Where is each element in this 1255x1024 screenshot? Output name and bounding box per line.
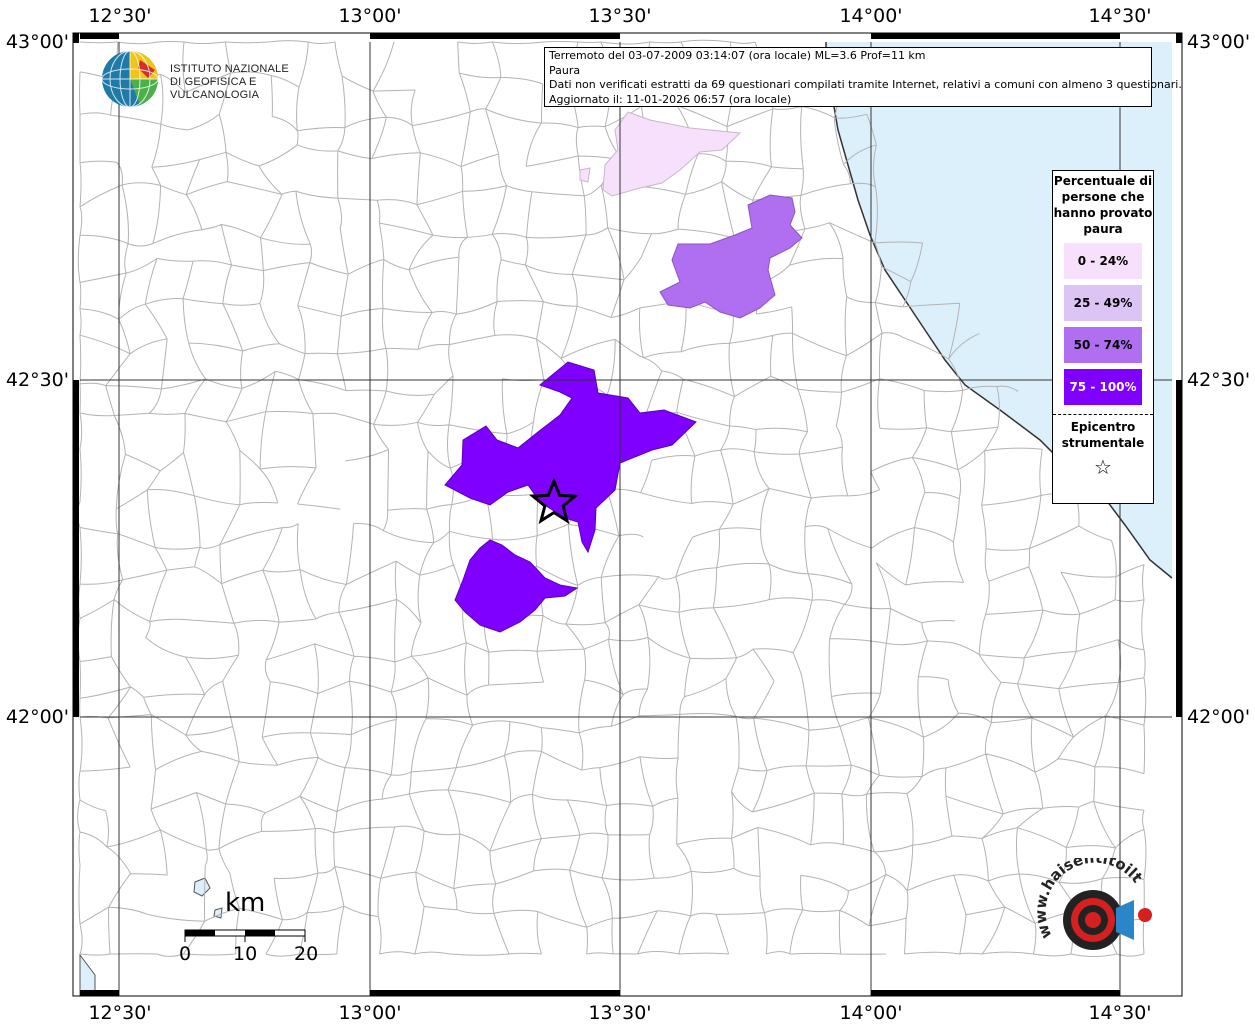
x-label-top: 13°00'	[338, 5, 401, 27]
scale-tick-20: 20	[294, 943, 319, 965]
scale-tick-0: 0	[179, 943, 192, 965]
scale-unit: km	[225, 888, 266, 918]
globe-logo-icon	[101, 50, 159, 108]
lake	[193, 877, 211, 897]
ingv-name-line1: ISTITUTO NAZIONALE	[170, 63, 289, 75]
event-updated: Aggiornato il: 11-01-2026 06:57 (ora loc…	[549, 92, 792, 106]
ingv-name: ISTITUTO NAZIONALE DI GEOFISICA E VULCAN…	[170, 63, 310, 102]
sea-corner	[79, 953, 96, 996]
ingv-name-line2: DI GEOFISICA E VULCANOLOGIA	[170, 76, 260, 101]
y-label-left: 42°30'	[6, 369, 69, 391]
legend-class-25-49: 25 - 49%	[1064, 285, 1142, 321]
x-label-bottom: 13°30'	[588, 1002, 651, 1024]
x-label-bottom: 14°00'	[839, 1002, 902, 1024]
x-label-top: 12°30'	[88, 5, 151, 27]
legend-class-50-74: 50 - 74%	[1064, 327, 1142, 363]
legend-title: Percentuale di persone che hanno provato…	[1053, 174, 1153, 236]
event-title: Terremoto del 03-07-2009 03:14:07 (ora l…	[549, 49, 926, 62]
region-0-24-b[interactable]	[579, 167, 591, 183]
scale-tick-10: 10	[233, 943, 258, 965]
x-label-top: 14°00'	[839, 5, 902, 27]
event-info-box: Terremoto del 03-07-2009 03:14:07 (ora l…	[544, 47, 1182, 107]
x-label-top: 14°30'	[1088, 5, 1151, 27]
legend: Percentuale di persone che hanno provato…	[1052, 170, 1154, 504]
event-source-note: Dati non verificati estratti da 69 quest…	[549, 78, 1182, 91]
legend-epicenter-label: Epicentro strumentale	[1061, 420, 1145, 450]
region-75-100-south[interactable]	[454, 539, 579, 633]
legend-class-0-24: 0 - 24%	[1064, 243, 1142, 279]
x-label-bottom: 13°00'	[338, 1002, 401, 1024]
y-label-right: 42°00'	[1187, 706, 1250, 728]
haisentito-logo[interactable]: www.haisentitoilterremoto.it	[1022, 844, 1170, 978]
y-label-left: 43°00'	[6, 31, 69, 53]
region-75-100[interactable]	[444, 361, 697, 554]
x-label-top: 13°30'	[588, 5, 651, 27]
legend-class-75-100: 75 - 100%	[1064, 369, 1142, 405]
region-50-74[interactable]	[659, 194, 803, 319]
scale-bar	[184, 929, 306, 942]
y-label-right: 43°00'	[1187, 31, 1250, 53]
x-label-bottom: 14°30'	[1088, 1002, 1151, 1024]
legend-star-icon: ☆	[1094, 455, 1112, 479]
legend-divider	[1053, 414, 1153, 415]
y-label-left: 42°00'	[6, 706, 69, 728]
y-label-right: 42°30'	[1187, 369, 1250, 391]
ingv-logo: ISTITUTO NAZIONALE DI GEOFISICA E VULCAN…	[100, 48, 310, 110]
x-label-bottom: 12°30'	[88, 1002, 151, 1024]
website-logo-icon: www.haisentitoilterremoto.it	[1022, 844, 1152, 950]
region-0-24[interactable]	[602, 111, 742, 197]
event-parameter: Paura	[549, 63, 581, 77]
